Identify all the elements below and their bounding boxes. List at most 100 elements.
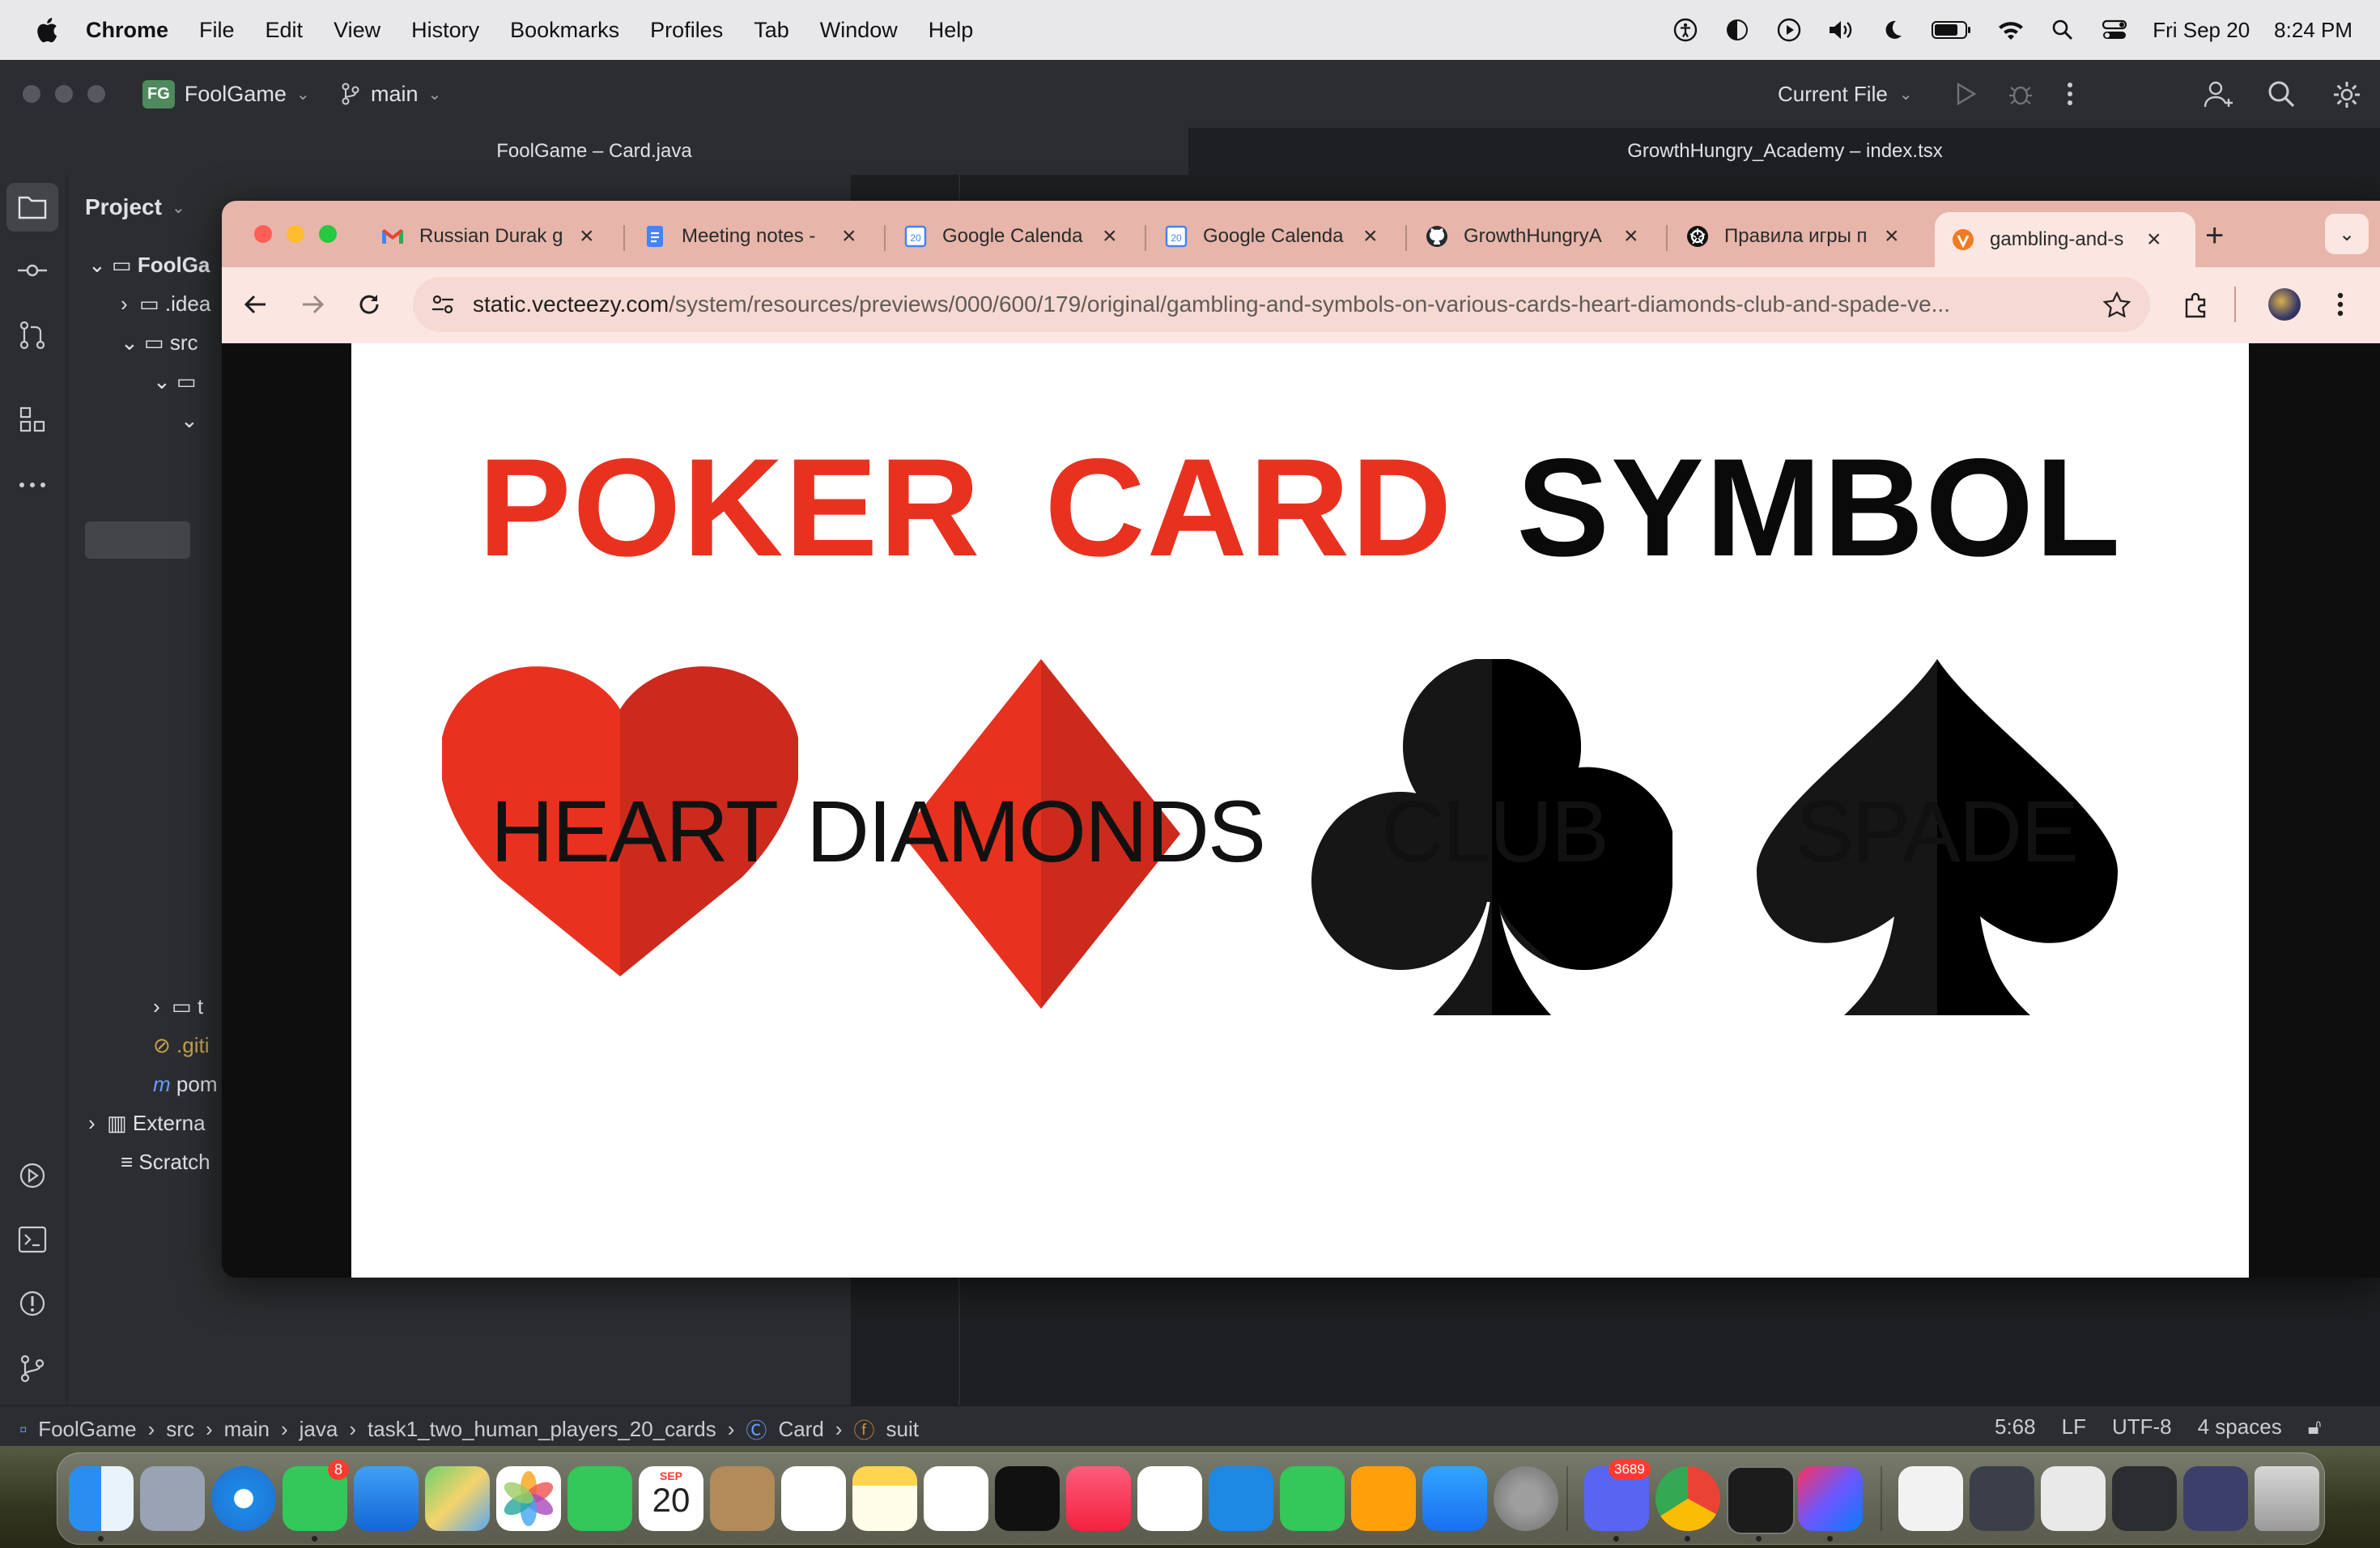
breadcrumb-item[interactable]: main bbox=[224, 1417, 270, 1442]
wifi-icon[interactable] bbox=[1997, 16, 2025, 44]
app-store-icon[interactable] bbox=[1422, 1466, 1487, 1531]
ide-window-tab-card-java[interactable]: FoolGame – Card.java bbox=[0, 128, 1188, 175]
close-icon[interactable]: × bbox=[2147, 228, 2161, 252]
commit-icon[interactable] bbox=[16, 256, 49, 285]
menu-file[interactable]: File bbox=[199, 18, 235, 43]
tree-item-scratches[interactable]: ≡ Scratch bbox=[121, 1150, 210, 1175]
discord-icon[interactable]: 3689 bbox=[1584, 1460, 1651, 1531]
tree-item-main[interactable]: ⌄ ▭ bbox=[153, 369, 197, 394]
battery-icon[interactable] bbox=[1931, 16, 1973, 44]
dark-mode-icon[interactable] bbox=[1879, 16, 1906, 44]
menu-edit[interactable]: Edit bbox=[266, 18, 304, 43]
unlock-icon[interactable]: 🔓︎ bbox=[2308, 1414, 2322, 1440]
news-icon[interactable] bbox=[1137, 1466, 1202, 1531]
notes-icon[interactable] bbox=[852, 1466, 917, 1531]
run-config-selector[interactable]: Current File ⌄ bbox=[1778, 78, 1913, 110]
trash-icon[interactable] bbox=[2255, 1466, 2319, 1531]
intellij-icon[interactable] bbox=[1798, 1466, 1863, 1531]
terminal-app-icon[interactable] bbox=[1727, 1466, 1795, 1534]
mail-icon[interactable] bbox=[354, 1466, 419, 1531]
debug-icon[interactable] bbox=[2008, 81, 2034, 107]
accessibility-icon[interactable] bbox=[1672, 16, 1699, 44]
minimized-window-thumbnail[interactable] bbox=[1970, 1466, 2034, 1531]
play-status-icon[interactable] bbox=[1775, 16, 1803, 44]
contacts-icon[interactable] bbox=[710, 1466, 775, 1531]
close-icon[interactable]: × bbox=[1885, 224, 1899, 249]
freeform-icon[interactable] bbox=[924, 1466, 988, 1531]
keynote-icon[interactable] bbox=[1209, 1466, 1273, 1531]
browser-tab[interactable]: 20 Google Calenda × bbox=[1164, 212, 1378, 261]
bookmark-star-icon[interactable] bbox=[2103, 291, 2131, 317]
browser-tab[interactable]: 20 Google Calenda × bbox=[903, 212, 1117, 261]
menu-date[interactable]: Fri Sep 20 bbox=[2153, 18, 2250, 43]
menu-bookmarks[interactable]: Bookmarks bbox=[510, 18, 619, 43]
menu-app-name[interactable]: Chrome bbox=[86, 18, 168, 43]
finder-icon[interactable] bbox=[69, 1466, 134, 1531]
structure-icon[interactable] bbox=[18, 405, 47, 434]
menu-tab[interactable]: Tab bbox=[754, 18, 789, 43]
control-center-icon[interactable] bbox=[2101, 16, 2128, 44]
tree-item-root[interactable]: ⌄ ▭ FoolGa bbox=[88, 253, 210, 278]
chrome-zoom-button[interactable] bbox=[319, 225, 337, 243]
breadcrumb-item[interactable]: Card bbox=[778, 1417, 823, 1442]
address-bar[interactable]: static.vecteezy.com/system/resources/pre… bbox=[413, 277, 2150, 332]
maps-icon[interactable] bbox=[425, 1466, 490, 1531]
project-panel-header[interactable]: Project ⌄ bbox=[85, 194, 185, 220]
tree-item-external-libraries[interactable]: › ▥ Externa bbox=[88, 1111, 206, 1136]
search-icon[interactable] bbox=[2267, 79, 2296, 108]
volume-icon[interactable] bbox=[1827, 16, 1855, 44]
breadcrumb-item[interactable]: java bbox=[300, 1417, 338, 1442]
focus-icon[interactable] bbox=[1723, 16, 1751, 44]
project-tool-button[interactable] bbox=[6, 183, 58, 232]
breadcrumb-item[interactable]: src bbox=[166, 1417, 194, 1442]
tree-item-src[interactable]: ⌄ ▭ src bbox=[121, 330, 198, 355]
chrome-minimize-button[interactable] bbox=[287, 225, 304, 243]
pages-icon[interactable] bbox=[1351, 1466, 1416, 1531]
music-icon[interactable] bbox=[1066, 1466, 1131, 1531]
back-arrow-icon[interactable] bbox=[243, 291, 269, 317]
close-icon[interactable]: × bbox=[580, 224, 594, 249]
add-user-icon[interactable] bbox=[2204, 79, 2234, 108]
minimized-window-thumbnail[interactable] bbox=[2112, 1466, 2177, 1531]
menu-time[interactable]: 8:24 PM bbox=[2274, 18, 2352, 43]
services-icon[interactable] bbox=[18, 1161, 47, 1190]
indent-setting[interactable]: 4 spaces bbox=[2198, 1414, 2282, 1440]
minimized-window-thumbnail[interactable] bbox=[2041, 1466, 2106, 1531]
facetime-icon[interactable] bbox=[567, 1466, 632, 1531]
menu-window[interactable]: Window bbox=[820, 18, 898, 43]
settings-gear-icon[interactable] bbox=[2331, 79, 2362, 110]
site-info-icon[interactable] bbox=[431, 293, 455, 316]
tree-selected-row[interactable] bbox=[85, 521, 190, 559]
chrome-close-button[interactable] bbox=[254, 225, 272, 243]
caret-position[interactable]: 5:68 bbox=[1995, 1414, 2036, 1440]
pull-requests-icon[interactable] bbox=[18, 321, 47, 350]
terminal-icon[interactable] bbox=[18, 1226, 47, 1253]
tree-item-java[interactable]: ⌄ bbox=[181, 408, 198, 433]
tree-item-target[interactable]: › ▭ t bbox=[153, 994, 203, 1019]
ide-close-button[interactable] bbox=[23, 85, 40, 103]
branch-selector[interactable]: main ⌄ bbox=[340, 78, 441, 110]
system-settings-icon[interactable] bbox=[1494, 1466, 1558, 1531]
tree-item-idea[interactable]: › ▭ .idea bbox=[121, 291, 210, 317]
calendar-app-icon[interactable]: SEP 20 bbox=[639, 1466, 703, 1531]
chrome-icon[interactable] bbox=[1655, 1466, 1720, 1531]
browser-tab[interactable]: Правила игры п × bbox=[1685, 212, 1899, 261]
extensions-puzzle-icon[interactable] bbox=[2182, 290, 2212, 319]
menu-history[interactable]: History bbox=[411, 18, 479, 43]
browser-tab[interactable]: Russian Durak g × bbox=[380, 212, 594, 261]
line-ending[interactable]: LF bbox=[2062, 1414, 2086, 1440]
apple-icon[interactable] bbox=[34, 15, 58, 45]
ide-window-tab-index-tsx[interactable]: GrowthHungry_Academy – index.tsx bbox=[1190, 128, 2380, 175]
document-stack-icon[interactable] bbox=[1898, 1466, 1963, 1531]
minimized-window-thumbnail[interactable] bbox=[2183, 1466, 2248, 1531]
breadcrumb-item[interactable]: suit bbox=[886, 1417, 918, 1442]
breadcrumb-item[interactable]: task1_two_human_players_20_cards bbox=[368, 1417, 716, 1442]
menu-profiles[interactable]: Profiles bbox=[650, 18, 723, 43]
project-selector[interactable]: FG FoolGame ⌄ bbox=[142, 78, 310, 110]
new-tab-plus-icon[interactable]: + bbox=[2205, 217, 2224, 254]
problems-icon[interactable] bbox=[18, 1289, 47, 1318]
more-vertical-icon[interactable] bbox=[2066, 81, 2074, 107]
browser-tab[interactable]: Meeting notes - × bbox=[643, 212, 856, 261]
close-icon[interactable]: × bbox=[842, 224, 856, 249]
tree-item-gitignore[interactable]: ⊘ .giti bbox=[153, 1033, 210, 1058]
